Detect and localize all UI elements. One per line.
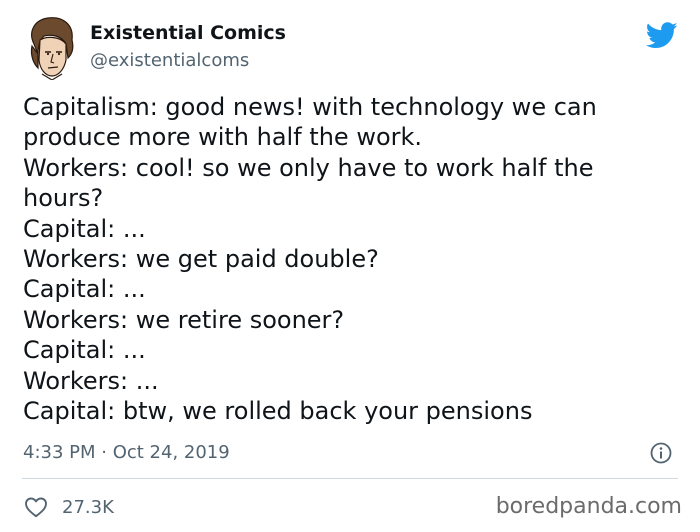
tweet-line: Workers: we retire sooner? (23, 305, 345, 334)
like-button[interactable]: 27.3K (24, 494, 114, 520)
tweet-line: Capital: btw, we rolled back your pensio… (23, 397, 533, 426)
tweet-line: Capitalism: good news! with technology w… (23, 93, 597, 121)
tweet-line: Capital: ... (23, 275, 146, 304)
tweet-line: produce more with half the work. (23, 123, 423, 152)
avatar[interactable] (22, 14, 82, 80)
tweet-line: Workers: we get paid double? (23, 245, 379, 274)
tweet-line: Capital: ... (23, 214, 146, 243)
heart-icon (25, 497, 47, 518)
author-name[interactable]: Existential Comics (90, 22, 286, 44)
like-count: 27.3K (62, 496, 114, 518)
tweet-line: Workers: cool! so we only have to work h… (23, 153, 594, 182)
tweet-text: Capitalism: good news! with technology w… (23, 92, 683, 426)
tweet-line: Workers: ... (23, 366, 159, 395)
tweet-card: Existential Comics @existentialcoms Capi… (0, 0, 700, 532)
tweet-line: Capital: ... (23, 336, 146, 365)
tweet-timestamp[interactable]: 4:33 PM · Oct 24, 2019 (23, 442, 230, 463)
twitter-bird-icon[interactable] (646, 22, 678, 49)
info-icon[interactable] (650, 442, 672, 464)
author-handle[interactable]: @existentialcoms (90, 50, 249, 71)
tweet-header: Existential Comics @existentialcoms (22, 14, 684, 84)
philosopher-portrait-avatar-icon (30, 17, 74, 80)
tweet-line: hours? (23, 184, 104, 213)
watermark: boredpanda.com (495, 494, 682, 519)
divider (22, 478, 678, 479)
